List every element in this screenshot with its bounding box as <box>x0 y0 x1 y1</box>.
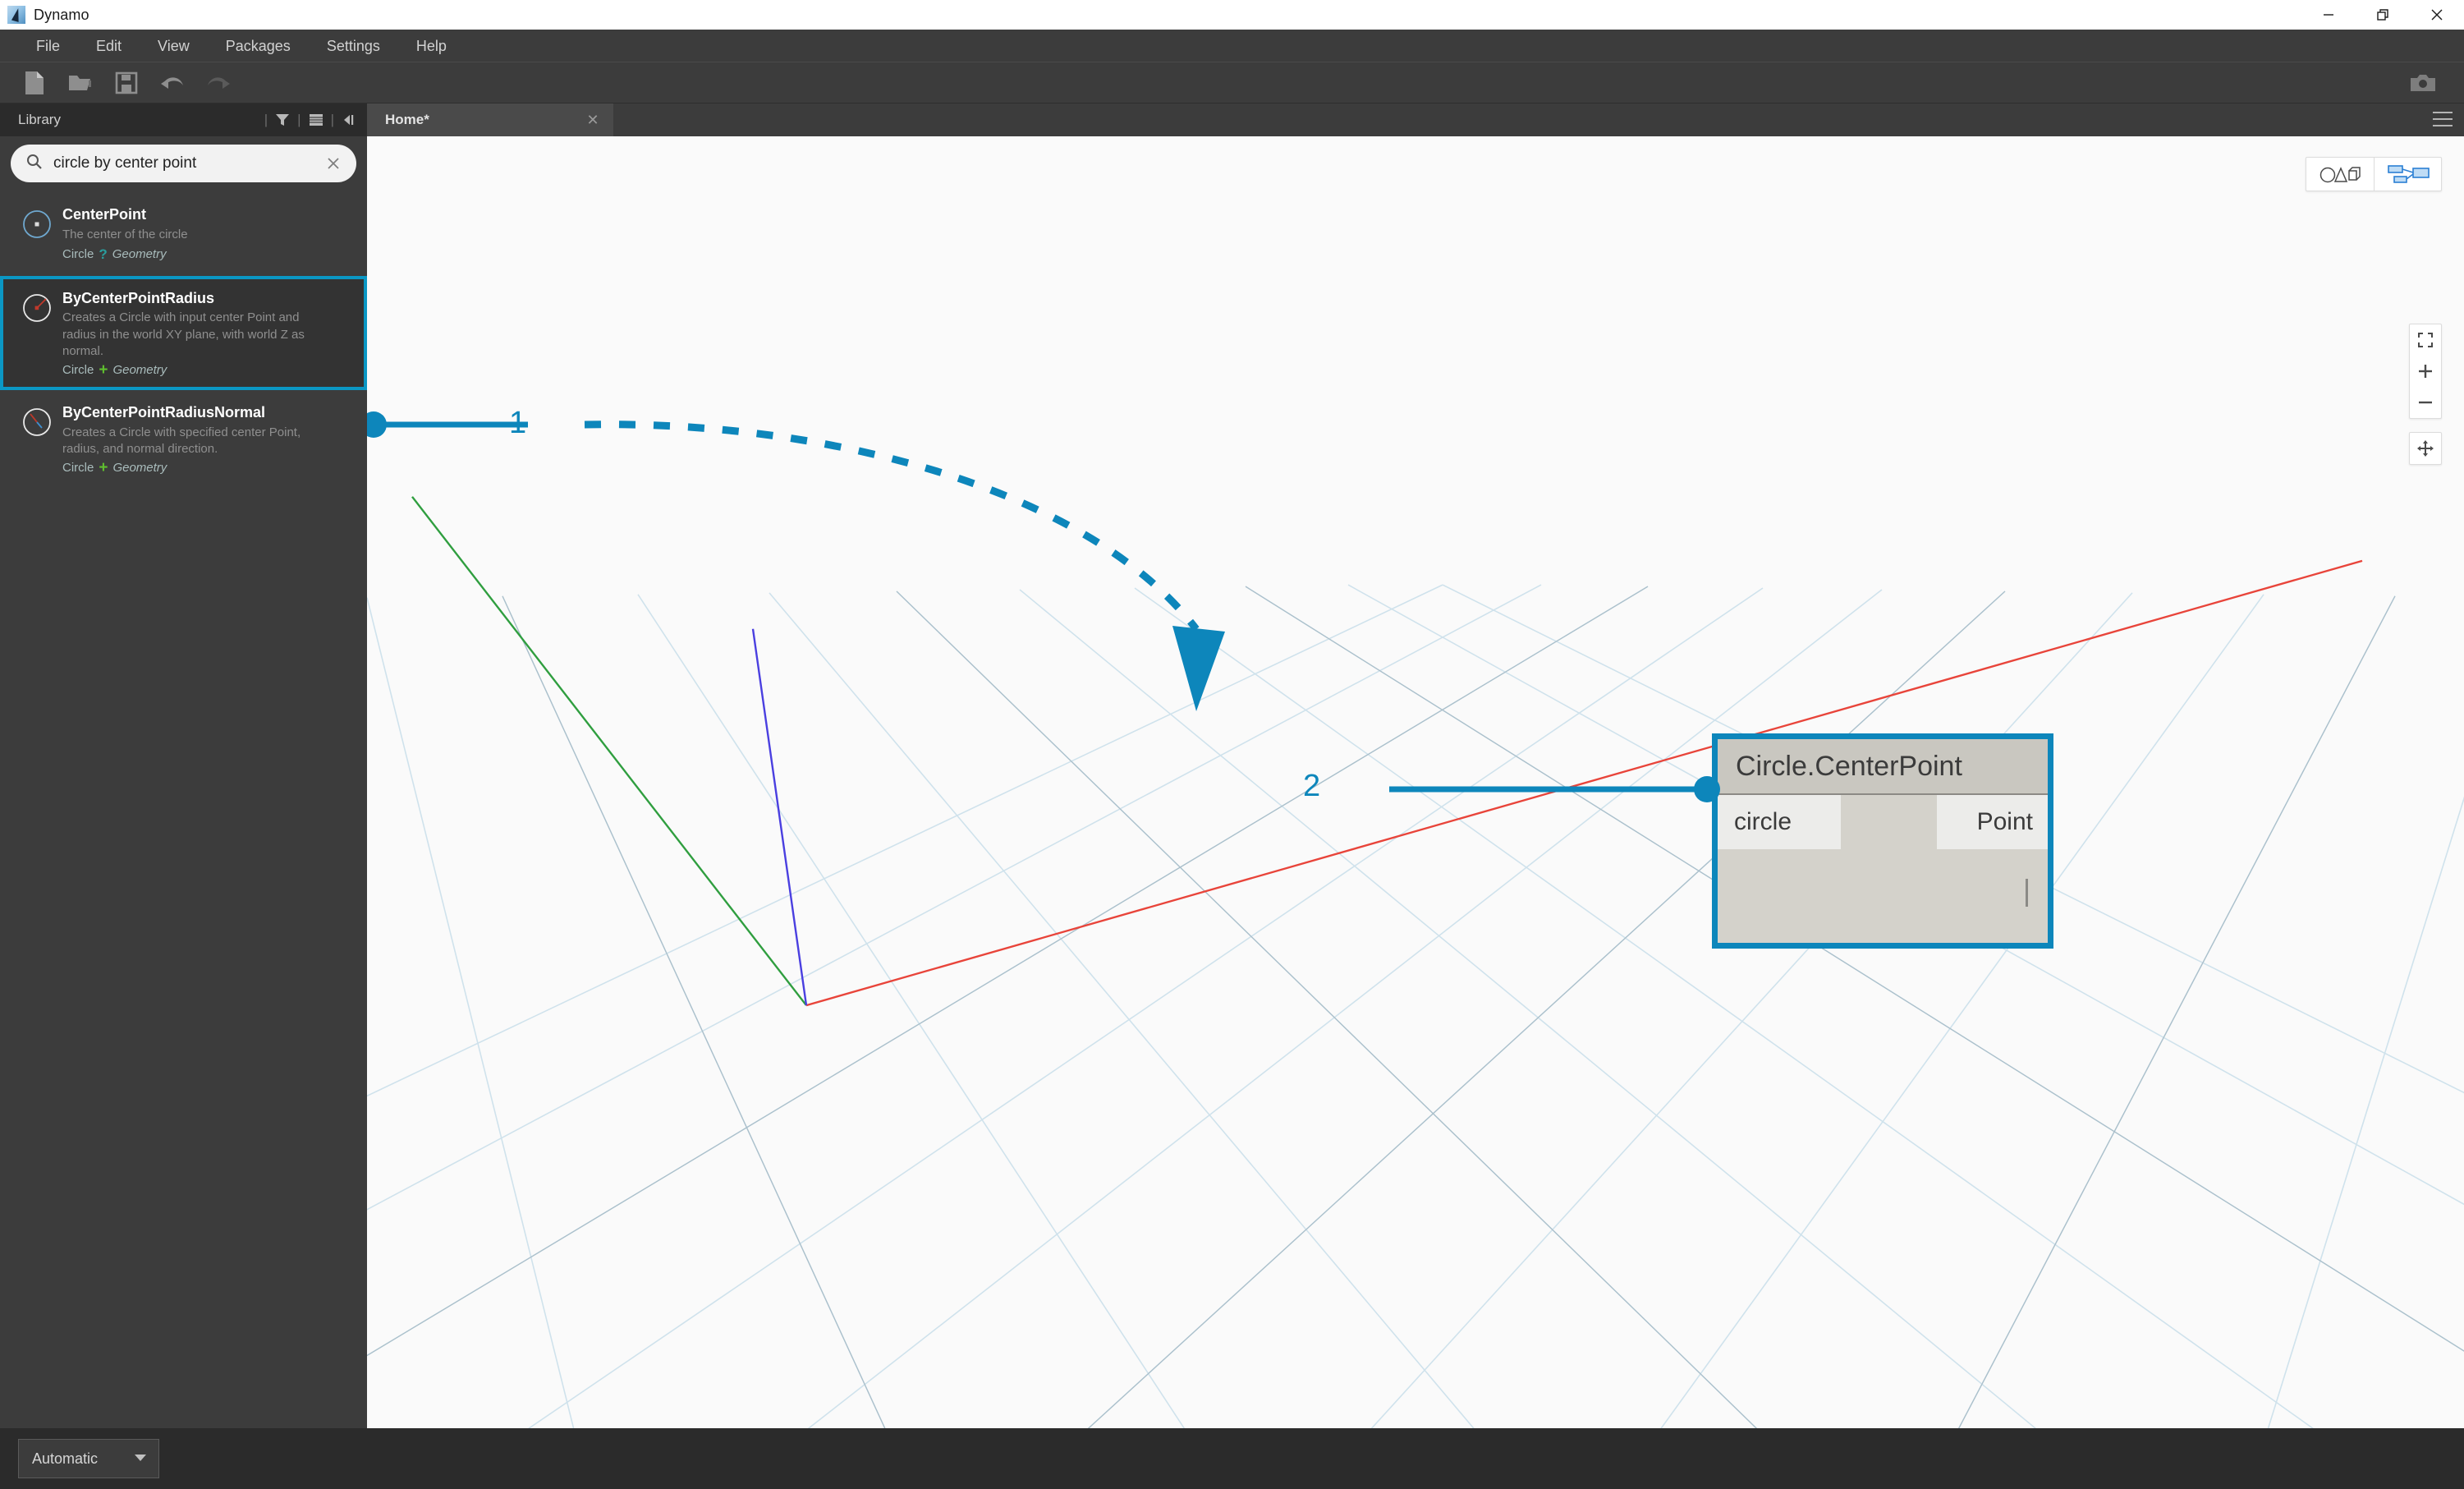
library-item-centerpoint[interactable]: CenterPoint The center of the circle Cir… <box>0 192 367 276</box>
library-item-name: CenterPoint <box>62 206 147 223</box>
filter-funnel-icon[interactable] <box>273 111 292 129</box>
circle-radius-icon <box>15 289 59 377</box>
open-folder-icon[interactable] <box>57 65 103 101</box>
viewport-zoom-controls <box>2409 324 2442 419</box>
window-controls <box>2301 0 2464 30</box>
restore-icon[interactable] <box>2356 0 2410 30</box>
chevron-down-icon <box>134 1451 147 1466</box>
annotation-marker-1: 1 <box>509 406 527 440</box>
library-panel: Library | | | circle by center point Cen… <box>0 103 367 1428</box>
menu-item-settings[interactable]: Settings <box>309 30 398 62</box>
circle-center-point-icon <box>15 205 59 263</box>
save-icon[interactable] <box>103 65 149 101</box>
node-output-port-point[interactable]: Point <box>1937 795 2048 849</box>
redo-icon[interactable] <box>195 65 241 101</box>
query-marker-icon: ? <box>99 246 108 262</box>
window-title-bar: Dynamo <box>0 0 2464 30</box>
menu-item-packages[interactable]: Packages <box>208 30 309 62</box>
zoom-out-icon[interactable] <box>2410 387 2441 418</box>
zoom-fit-icon[interactable] <box>2410 324 2441 356</box>
library-item-name: ByCenterPointRadiusNormal <box>62 404 266 421</box>
library-item-path: Circle + Geometry <box>62 361 351 379</box>
perspective-grid <box>367 496 2464 1428</box>
graph-view-icon[interactable] <box>2374 158 2441 191</box>
node-title: Circle.CenterPoint <box>1736 750 1962 782</box>
menu-bar: File Edit View Packages Settings Help <box>0 30 2464 62</box>
library-results-list: CenterPoint The center of the circle Cir… <box>0 192 367 1428</box>
minimize-icon[interactable] <box>2301 0 2356 30</box>
pan-move-icon[interactable] <box>2409 432 2442 465</box>
library-item-category: Circle <box>62 363 94 377</box>
close-icon[interactable] <box>2410 0 2464 30</box>
zoom-in-icon[interactable] <box>2410 356 2441 387</box>
node-ports: circle Point <box>1718 795 2048 849</box>
library-item-category: Circle <box>62 247 94 262</box>
library-item-path: Circle + Geometry <box>62 458 351 476</box>
run-mode-dropdown[interactable]: Automatic <box>18 1439 159 1478</box>
hamburger-menu-icon[interactable] <box>2433 112 2453 131</box>
library-item-group: Geometry <box>112 461 167 475</box>
run-mode-label: Automatic <box>32 1450 99 1467</box>
workspace-column: Home* ✕ Circle.CenterPoint circle Point … <box>367 103 2464 1428</box>
library-item-group: Geometry <box>112 247 167 262</box>
new-file-icon[interactable] <box>11 65 57 101</box>
library-search-area <box>0 136 367 192</box>
y-axis <box>411 496 807 1006</box>
node-text-caret <box>2026 879 2028 907</box>
z-axis <box>751 628 808 1006</box>
clear-search-icon[interactable] <box>323 154 343 173</box>
node-input-port-circle[interactable]: circle <box>1718 795 1841 849</box>
close-icon[interactable]: ✕ <box>584 112 602 129</box>
workspace-tab-bar: Home* ✕ <box>367 103 2464 136</box>
create-marker-icon: + <box>99 361 108 379</box>
window-title: Dynamo <box>34 6 89 23</box>
node-circle-centerpoint[interactable]: Circle.CenterPoint circle Point <box>1712 733 2053 949</box>
main-toolbar <box>0 62 2464 103</box>
menu-item-view[interactable]: View <box>140 30 208 62</box>
library-item-description: Creates a Circle with input center Point… <box>62 310 305 358</box>
library-item-description: The center of the circle <box>62 227 188 241</box>
main-content-area: Library | | | circle by center point Cen… <box>0 103 2464 1428</box>
menu-item-help[interactable]: Help <box>398 30 465 62</box>
divider: | <box>297 112 301 127</box>
search-input[interactable] <box>53 154 323 172</box>
node-header: Circle.CenterPoint <box>1718 739 2048 795</box>
search-icon <box>25 153 44 175</box>
create-marker-icon: + <box>99 458 108 476</box>
3d-viewport[interactable]: Circle.CenterPoint circle Point 1 2 <box>367 136 2464 1428</box>
viewport-mode-toggle <box>2306 157 2442 191</box>
library-item-path: Circle ? Geometry <box>62 246 351 263</box>
library-item-description: Creates a Circle with specified center P… <box>62 425 301 456</box>
camera-icon[interactable] <box>2400 65 2446 101</box>
collapse-panel-icon[interactable] <box>339 111 359 129</box>
library-item-bycenterpointradiusnormal[interactable]: ByCenterPointRadiusNormal Creates a Circ… <box>0 390 367 488</box>
menu-item-file[interactable]: File <box>18 30 78 62</box>
status-bar: Automatic <box>0 1428 2464 1489</box>
search-box[interactable] <box>11 145 356 182</box>
library-item-name: ByCenterPointRadius <box>62 289 215 306</box>
undo-icon[interactable] <box>149 65 195 101</box>
geometry-view-icon[interactable] <box>2306 158 2374 191</box>
list-view-icon[interactable] <box>306 111 326 129</box>
library-item-bycenterpointradius[interactable]: ByCenterPointRadius Creates a Circle wit… <box>0 275 367 390</box>
library-header-icons: | | | <box>259 111 359 129</box>
dynamo-logo-icon <box>7 6 25 24</box>
divider: | <box>264 112 268 127</box>
library-title: Library <box>18 112 61 127</box>
library-item-category: Circle <box>62 461 94 475</box>
library-item-group: Geometry <box>112 363 167 377</box>
tab-home[interactable]: Home* ✕ <box>367 103 613 136</box>
circle-radius-normal-icon <box>15 403 59 475</box>
annotation-marker-2: 2 <box>1303 769 1321 803</box>
tab-label: Home* <box>385 112 429 127</box>
menu-item-edit[interactable]: Edit <box>78 30 140 62</box>
divider: | <box>330 112 334 127</box>
node-port-gap <box>1841 795 1937 849</box>
library-header: Library | | | <box>0 103 367 136</box>
x-axis <box>805 559 2363 1007</box>
